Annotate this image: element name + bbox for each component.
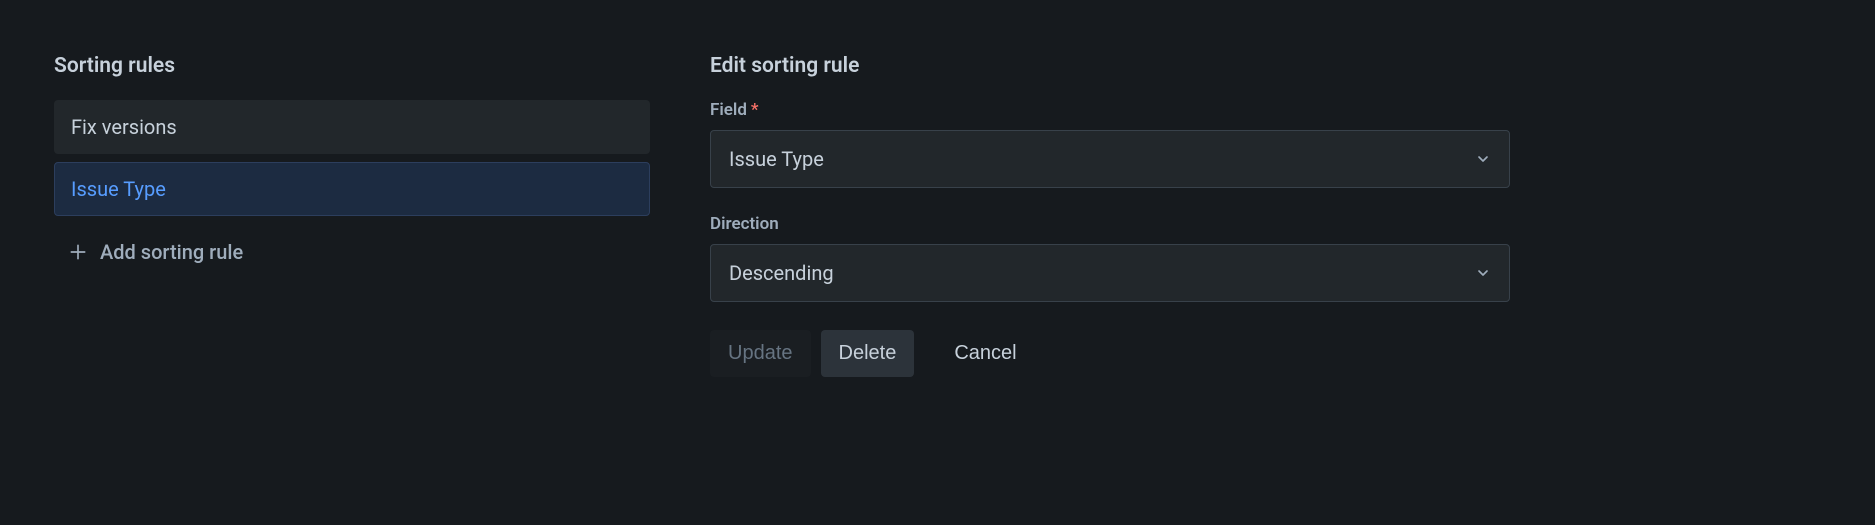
- direction-select[interactable]: Descending: [710, 244, 1510, 302]
- chevron-down-icon: [1475, 151, 1491, 167]
- field-select-value: Issue Type: [729, 147, 824, 171]
- sorting-rules-panel: Sorting rules Fix versions Issue Type Ad…: [54, 54, 650, 471]
- rule-item-label: Fix versions: [71, 115, 177, 139]
- rule-item-fix-versions[interactable]: Fix versions: [54, 100, 650, 154]
- required-indicator: *: [751, 100, 759, 120]
- edit-sorting-rule-title: Edit sorting rule: [710, 54, 1510, 78]
- field-select[interactable]: Issue Type: [710, 130, 1510, 188]
- chevron-down-icon: [1475, 265, 1491, 281]
- cancel-button[interactable]: Cancel: [936, 330, 1034, 377]
- field-label: Field*: [710, 100, 1510, 120]
- direction-select-value: Descending: [729, 261, 834, 285]
- field-label-text: Field: [710, 100, 747, 120]
- action-buttons: Update Delete Cancel: [710, 330, 1510, 377]
- update-button[interactable]: Update: [710, 330, 811, 377]
- delete-button[interactable]: Delete: [821, 330, 915, 377]
- rule-item-issue-type[interactable]: Issue Type: [54, 162, 650, 216]
- add-sorting-rule-button[interactable]: Add sorting rule: [54, 226, 650, 278]
- add-sorting-rule-label: Add sorting rule: [100, 240, 243, 264]
- field-group-direction: Direction Descending: [710, 214, 1510, 302]
- direction-label: Direction: [710, 214, 1510, 234]
- field-group-field: Field* Issue Type: [710, 100, 1510, 188]
- sorting-rules-title: Sorting rules: [54, 54, 650, 78]
- direction-label-text: Direction: [710, 214, 779, 234]
- plus-icon: [68, 242, 88, 262]
- edit-sorting-rule-panel: Edit sorting rule Field* Issue Type Dire…: [710, 54, 1510, 471]
- sorting-rules-list: Fix versions Issue Type: [54, 100, 650, 216]
- rule-item-label: Issue Type: [71, 177, 166, 201]
